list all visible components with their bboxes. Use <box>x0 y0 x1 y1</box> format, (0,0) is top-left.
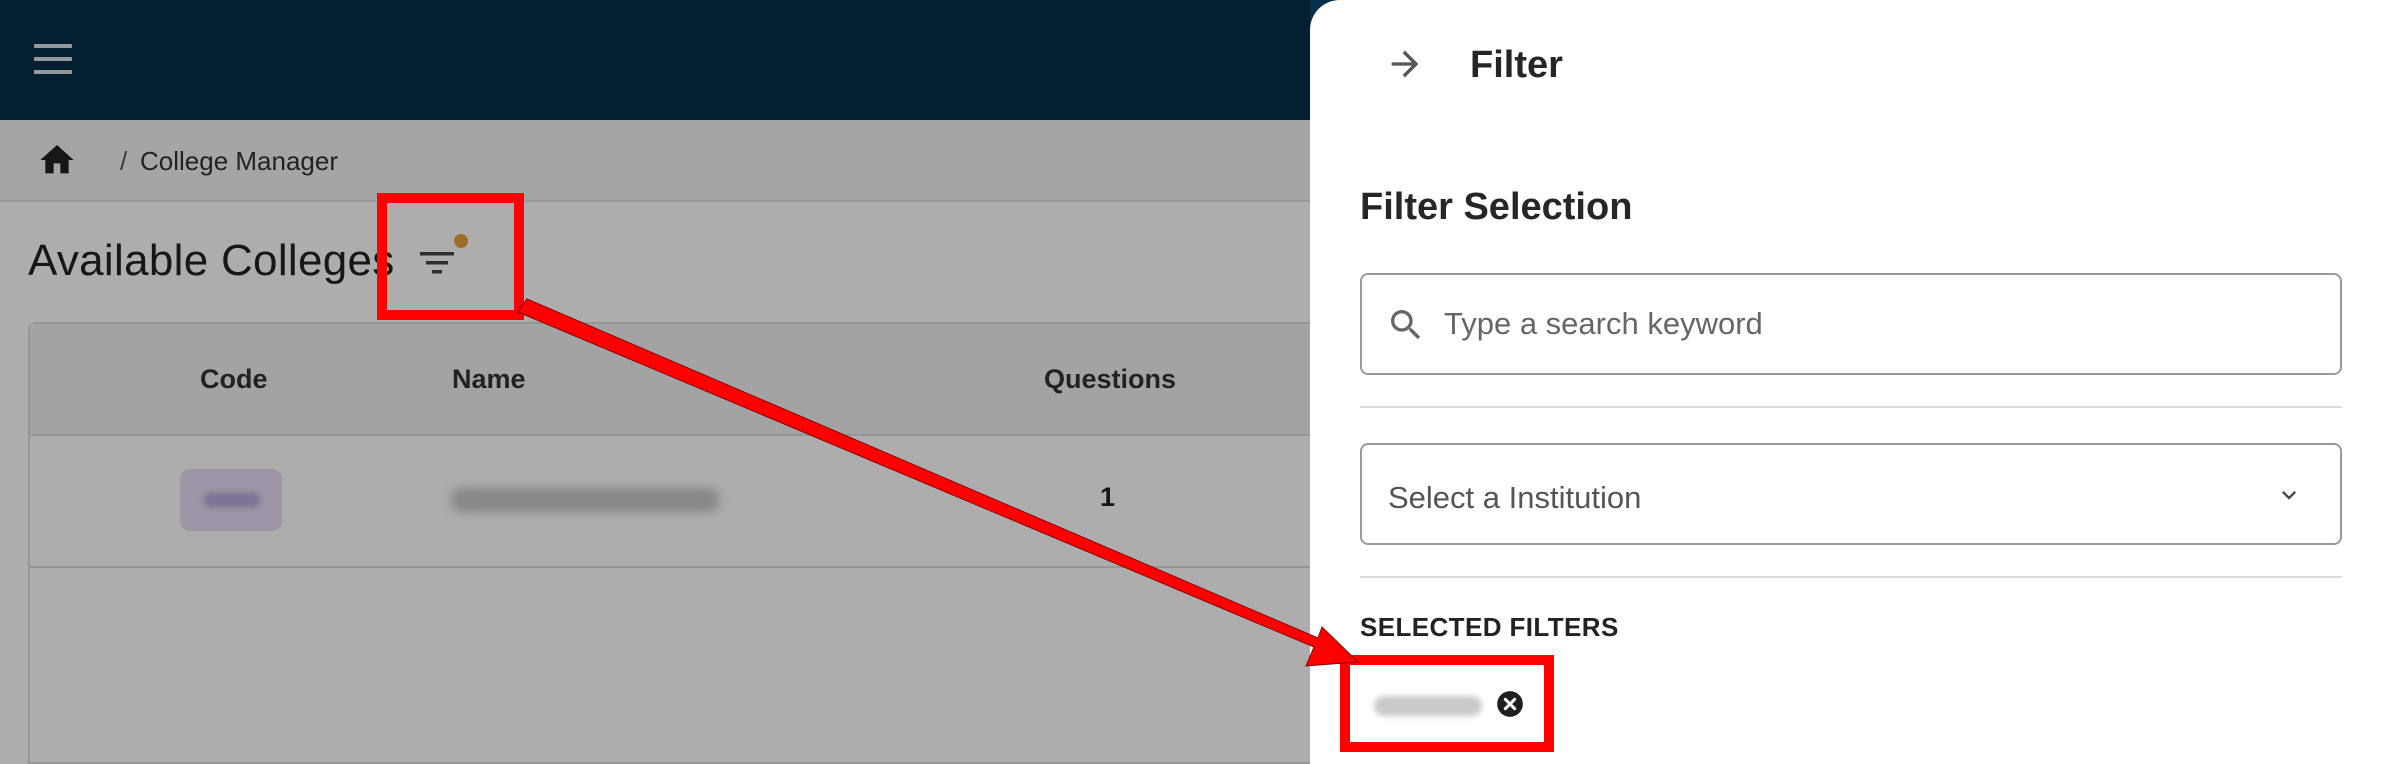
selected-filter-chip <box>1360 684 1540 726</box>
search-field[interactable] <box>1360 273 2342 375</box>
drawer-title: Filter <box>1470 44 1563 86</box>
selected-filters-heading: SELECTED FILTERS <box>1360 612 1619 642</box>
close-circle-icon[interactable] <box>1496 690 1524 718</box>
selected-filter-value-redacted <box>1374 696 1482 716</box>
modal-backdrop[interactable] <box>0 0 1310 764</box>
divider <box>1360 406 2342 408</box>
institution-select-placeholder: Select a Institution <box>1388 480 1642 515</box>
divider <box>1360 576 2342 578</box>
search-input[interactable] <box>1444 293 2324 355</box>
search-icon <box>1391 310 1421 340</box>
arrow-right-icon[interactable] <box>1384 44 1426 84</box>
chevron-down-icon <box>2282 491 2296 500</box>
filter-selection-heading: Filter Selection <box>1360 186 1633 228</box>
institution-select[interactable]: Select a Institution <box>1360 443 2342 545</box>
filter-drawer: Filter Filter Selection Select a Institu… <box>1310 0 2388 764</box>
